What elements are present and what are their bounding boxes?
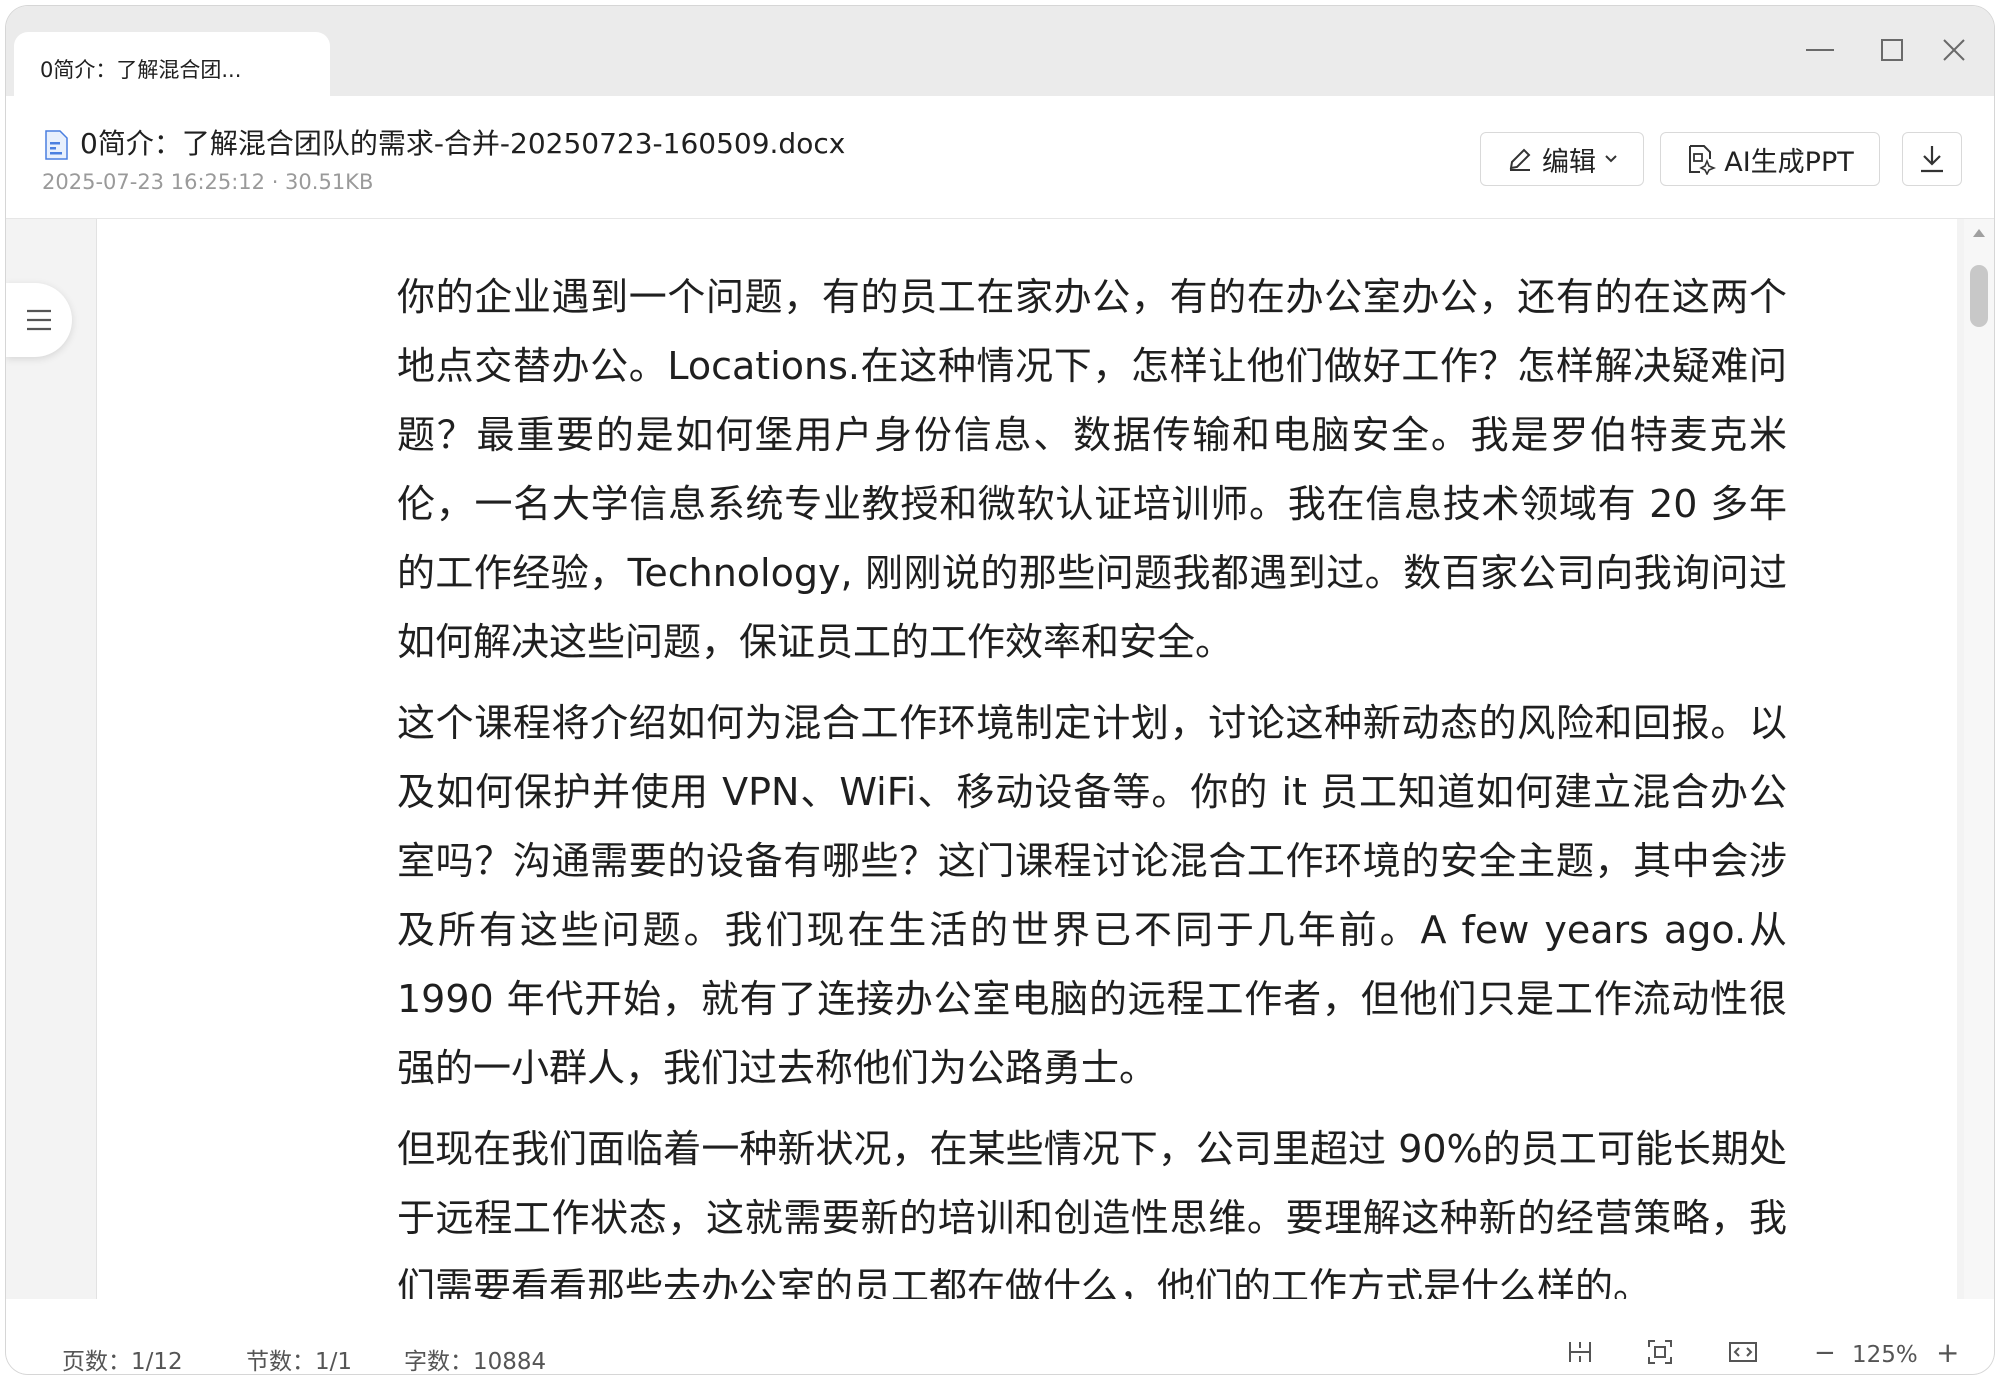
word-count: 字数：10884 — [404, 1349, 547, 1374]
tab-bar: 0简介：了解混合团... — [6, 6, 1994, 102]
document-page: 你的企业遇到一个问题，有的员工在家办公，有的在办公室办公，还有的在这两个地点交替… — [96, 219, 1957, 1299]
download-icon — [1921, 146, 1943, 173]
section-count: 节数：1/1 — [246, 1349, 353, 1374]
vertical-scrollbar[interactable] — [1964, 219, 1994, 1299]
tab-label: 0简介：了解混合团... — [40, 58, 242, 82]
ai-generate-ppt-button[interactable]: AI生成PPT — [1660, 132, 1880, 186]
document-body: 你的企业遇到一个问题，有的员工在家办公，有的在办公室办公，还有的在这两个地点交替… — [397, 263, 1787, 1299]
document-meta: 2025-07-23 16:25:12 · 30.51KB — [42, 170, 374, 194]
fit-width-icon[interactable] — [1728, 1338, 1758, 1366]
ai-generate-ppt-label: AI生成PPT — [1724, 146, 1854, 178]
app-window: 0简介：了解混合团... 0简介：了解混合团队的需求-合并-20250723-1… — [6, 6, 1994, 1374]
vertical-scroll-thumb[interactable] — [1970, 265, 1988, 327]
document-header: 0简介：了解混合团队的需求-合并-20250723-160509.docx 20… — [6, 96, 1994, 219]
maximize-icon[interactable] — [1864, 28, 1920, 72]
page-width-icon[interactable] — [1566, 1338, 1594, 1366]
download-button[interactable] — [1902, 132, 1962, 186]
fit-page-icon[interactable] — [1646, 1338, 1674, 1366]
paragraph: 但现在我们面临着一种新状况，在某些情况下，公司里超过 90%的员工可能长期处于远… — [397, 1127, 1787, 1299]
zoom-in-button[interactable]: + — [1936, 1336, 1959, 1369]
status-bar: 页数：1/12 节数：1/1 字数：10884 − 125% + — [6, 1328, 1994, 1374]
ai-ppt-icon — [1689, 145, 1717, 175]
zoom-level: 125% — [1852, 1342, 1918, 1368]
docx-file-icon — [44, 130, 68, 160]
document-title: 0简介：了解混合团队的需求-合并-20250723-160509.docx — [80, 127, 846, 160]
outline-toggle-button[interactable] — [6, 283, 72, 357]
minimize-icon[interactable] — [1792, 28, 1848, 72]
menu-icon — [27, 309, 51, 331]
page-count: 页数：1/12 — [62, 1349, 183, 1374]
document-viewport[interactable]: 你的企业遇到一个问题，有的员工在家办公，有的在办公室办公，还有的在这两个地点交替… — [6, 219, 1994, 1299]
tab-document[interactable]: 0简介：了解混合团... — [14, 32, 330, 102]
chevron-down-icon — [1605, 155, 1617, 163]
edit-button-label: 编辑 — [1542, 146, 1596, 178]
scroll-up-icon[interactable] — [1972, 227, 1986, 239]
edit-button[interactable]: 编辑 — [1480, 132, 1644, 186]
zoom-out-button[interactable]: − — [1814, 1338, 1836, 1368]
close-icon[interactable] — [1926, 28, 1982, 72]
paragraph: 你的企业遇到一个问题，有的员工在家办公，有的在办公室办公，还有的在这两个地点交替… — [397, 275, 1787, 664]
pen-icon — [1509, 148, 1531, 171]
paragraph: 这个课程将介绍如何为混合工作环境制定计划，讨论这种新动态的风险和回报。以及如何保… — [397, 701, 1787, 1090]
